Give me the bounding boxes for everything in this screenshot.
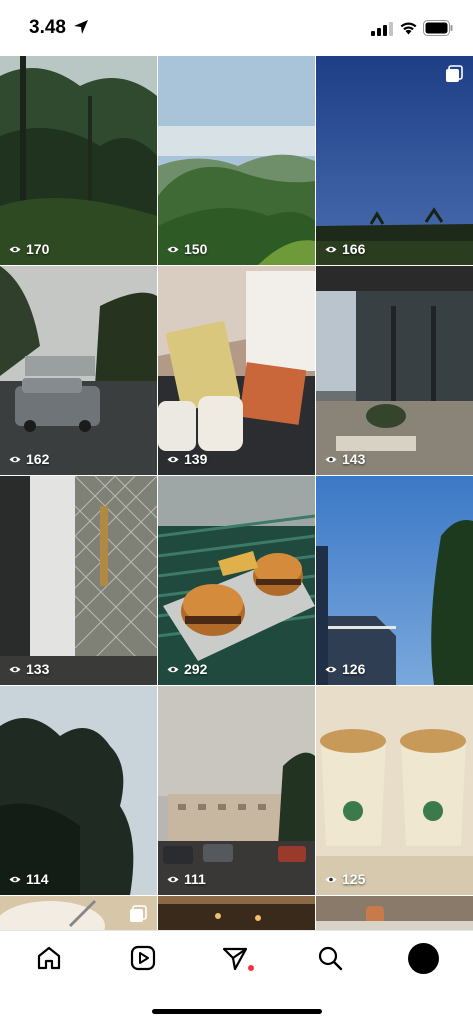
grid-post-3[interactable]: 166 bbox=[316, 56, 473, 265]
eye-icon bbox=[9, 246, 21, 252]
view-count: 126 bbox=[325, 661, 365, 677]
eye-icon bbox=[9, 456, 21, 462]
view-count: 170 bbox=[9, 241, 49, 257]
eye-icon bbox=[325, 666, 337, 672]
status-bar: 3.48 bbox=[0, 0, 473, 56]
post-image-forest bbox=[0, 56, 157, 265]
tab-search[interactable] bbox=[315, 943, 345, 973]
view-count-label: 126 bbox=[342, 661, 366, 677]
home-icon bbox=[37, 946, 61, 970]
view-count-label: 111 bbox=[184, 871, 206, 887]
grid-post-12[interactable]: 125 bbox=[316, 686, 473, 895]
grid-post-4[interactable]: 162 bbox=[0, 266, 157, 475]
eye-icon bbox=[167, 456, 179, 462]
post-image-cafe-exterior bbox=[316, 266, 473, 475]
grid-post-2[interactable]: 150 bbox=[158, 56, 315, 265]
view-count-label: 170 bbox=[26, 241, 50, 257]
post-image-rainy-street bbox=[0, 266, 157, 475]
profile-avatar[interactable] bbox=[408, 943, 439, 974]
view-count: 139 bbox=[167, 451, 207, 467]
post-image-burgers-tray bbox=[158, 476, 315, 685]
eye-icon bbox=[9, 666, 21, 672]
tab-reels[interactable] bbox=[128, 943, 158, 973]
view-count: 143 bbox=[325, 451, 365, 467]
post-image-trees-sky bbox=[0, 686, 157, 895]
location-arrow-icon bbox=[74, 20, 88, 34]
view-count-label: 150 bbox=[184, 241, 208, 257]
grid-post-7[interactable]: 133 bbox=[0, 476, 157, 685]
reels-icon bbox=[130, 945, 156, 971]
post-image-cafe-table bbox=[316, 896, 473, 930]
status-time: 3.48 bbox=[29, 17, 66, 38]
tab-direct[interactable] bbox=[220, 943, 250, 973]
view-count: 133 bbox=[9, 661, 49, 677]
eye-icon bbox=[9, 876, 21, 882]
send-icon bbox=[222, 947, 248, 971]
multiple-posts-icon bbox=[130, 905, 147, 922]
view-count: 292 bbox=[167, 661, 207, 677]
grid-post-6[interactable]: 143 bbox=[316, 266, 473, 475]
view-count: 114 bbox=[9, 871, 49, 887]
view-count: 125 bbox=[325, 871, 365, 887]
eye-icon bbox=[167, 666, 179, 672]
grid-post-11[interactable]: 111 bbox=[158, 686, 315, 895]
grid-post-1[interactable]: 170 bbox=[0, 56, 157, 265]
view-count: 150 bbox=[167, 241, 207, 257]
eye-icon bbox=[325, 456, 337, 462]
search-icon bbox=[318, 946, 343, 971]
post-image-dusk-sky bbox=[316, 56, 473, 265]
post-image-parking-lot bbox=[158, 686, 315, 895]
view-count-label: 125 bbox=[342, 871, 366, 887]
multiple-posts-icon bbox=[446, 65, 463, 82]
notification-dot bbox=[248, 965, 254, 971]
view-count: 166 bbox=[325, 241, 365, 257]
grid-post-15[interactable] bbox=[316, 896, 473, 930]
eye-icon bbox=[167, 246, 179, 252]
post-image-food-bag-drinks bbox=[158, 266, 315, 475]
home-indicator bbox=[152, 1009, 322, 1014]
view-count-label: 162 bbox=[26, 451, 50, 467]
post-image-interior-grille bbox=[0, 476, 157, 685]
grid-post-9[interactable]: 126 bbox=[316, 476, 473, 685]
view-count-label: 139 bbox=[184, 451, 208, 467]
post-image-iced-drinks bbox=[316, 686, 473, 895]
eye-icon bbox=[167, 876, 179, 882]
grid-post-10[interactable]: 114 bbox=[0, 686, 157, 895]
view-count: 111 bbox=[167, 871, 206, 887]
view-count-label: 143 bbox=[342, 451, 366, 467]
view-count-label: 166 bbox=[342, 241, 366, 257]
grid-post-8[interactable]: 292 bbox=[158, 476, 315, 685]
battery-icon bbox=[423, 20, 453, 36]
grid-post-14[interactable] bbox=[158, 896, 315, 930]
post-image-blue-sky-building bbox=[316, 476, 473, 685]
view-count-label: 114 bbox=[26, 871, 49, 887]
view-count-label: 133 bbox=[26, 661, 50, 677]
view-count-label: 292 bbox=[184, 661, 208, 677]
wifi-icon bbox=[400, 22, 417, 35]
tab-home[interactable] bbox=[34, 943, 64, 973]
post-image-mountains bbox=[158, 56, 315, 265]
cellular-signal-icon bbox=[371, 22, 393, 36]
view-count: 162 bbox=[9, 451, 49, 467]
photo-grid: 170 150 166 162 139 143 133 292 126 114 … bbox=[0, 56, 473, 930]
post-image-restaurant-interior bbox=[158, 896, 315, 930]
grid-post-13[interactable] bbox=[0, 896, 157, 930]
eye-icon bbox=[325, 246, 337, 252]
eye-icon bbox=[325, 876, 337, 882]
grid-post-5[interactable]: 139 bbox=[158, 266, 315, 475]
